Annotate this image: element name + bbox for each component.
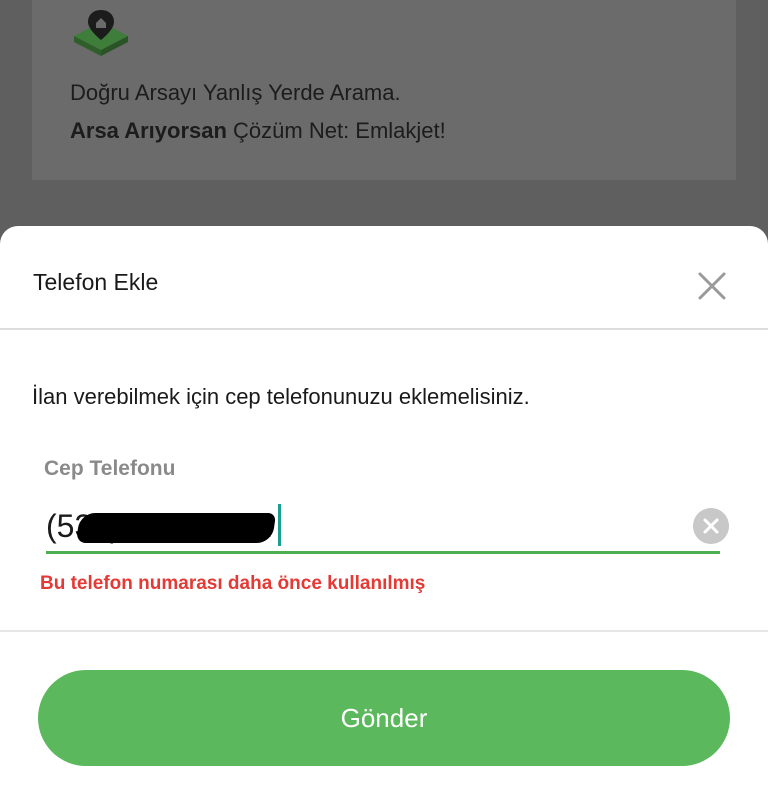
close-icon[interactable] xyxy=(694,268,730,304)
divider xyxy=(0,630,768,632)
promo-line-2-bold: Arsa Arıyorsan xyxy=(70,118,227,143)
redaction-mark xyxy=(75,513,277,543)
clear-circle-icon[interactable] xyxy=(693,508,729,544)
promo-line-2: Arsa Arıyorsan Çözüm Net: Emlakjet! xyxy=(70,118,446,144)
promo-line-1: Doğru Arsayı Yanlış Yerde Arama. xyxy=(70,80,401,105)
land-plot-icon xyxy=(74,10,128,56)
text-caret xyxy=(278,504,281,546)
sheet-header: Telefon Ekle xyxy=(0,226,768,330)
error-message: Bu telefon numarası daha önce kullanılmı… xyxy=(40,573,426,594)
promo-line-2-rest: Çözüm Net: Emlakjet! xyxy=(226,118,446,143)
sheet-title: Telefon Ekle xyxy=(33,269,159,295)
submit-button[interactable]: Gönder xyxy=(38,670,730,766)
phone-field-label: Cep Telefonu xyxy=(44,457,176,480)
phone-field-underline xyxy=(46,551,720,554)
promo-card: Doğru Arsayı Yanlış Yerde Arama. Arsa Ar… xyxy=(32,0,736,180)
add-phone-sheet: Telefon Ekle İlan verebilmek için cep te… xyxy=(0,226,768,786)
info-text: İlan verebilmek için cep telefonunuzu ek… xyxy=(32,384,530,409)
